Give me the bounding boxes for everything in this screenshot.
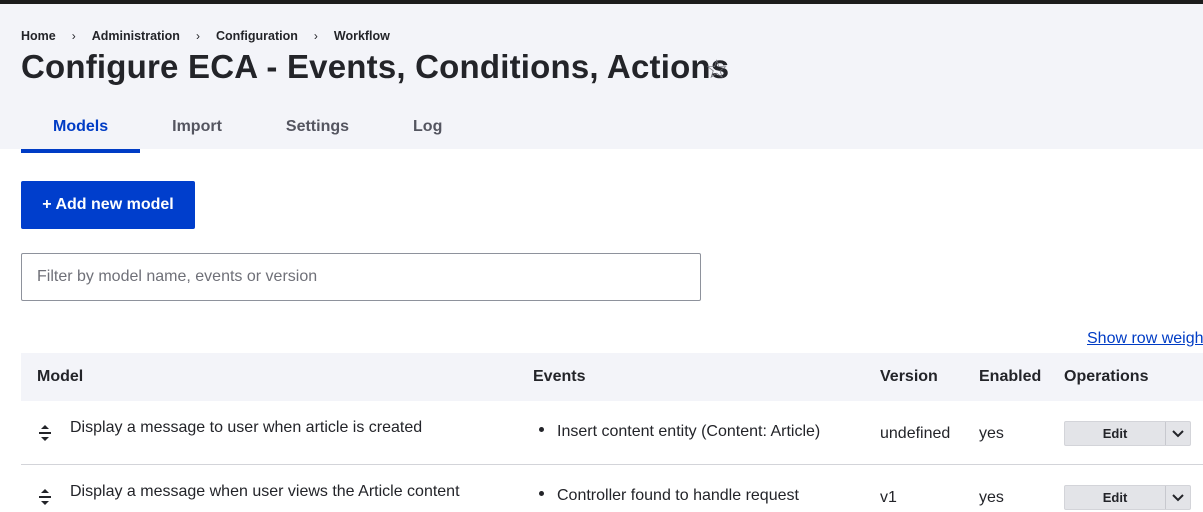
breadcrumb-separator: › [71, 29, 76, 43]
breadcrumb: Home › Administration › Configuration › … [21, 29, 390, 43]
event-list-item: Controller found to handle request [539, 487, 799, 505]
table-row: Display a message to user when article i… [21, 401, 1203, 465]
operations-dropbutton: Edit [1064, 421, 1191, 446]
chevron-down-icon [1172, 429, 1184, 437]
column-header-enabled: Enabled [979, 368, 1042, 385]
model-version: v1 [880, 489, 897, 506]
filter-input[interactable] [21, 253, 701, 301]
event-label: Controller found to handle request [557, 487, 799, 504]
event-list-item: Insert content entity (Content: Article) [539, 423, 820, 441]
drag-handle-icon[interactable] [38, 488, 52, 506]
event-label: Insert content entity (Content: Article) [557, 423, 821, 440]
model-enabled: yes [979, 489, 1004, 506]
column-header-version: Version [880, 368, 938, 385]
bullet-icon [539, 427, 544, 433]
breadcrumb-separator: › [313, 29, 318, 43]
breadcrumb-workflow[interactable]: Workflow [334, 29, 390, 43]
breadcrumb-administration[interactable]: Administration [92, 29, 180, 43]
edit-button[interactable]: Edit [1065, 422, 1165, 445]
add-new-model-button[interactable]: + Add new model [21, 181, 195, 229]
tab-models[interactable]: Models [21, 105, 141, 153]
primary-tabs: Models Import Settings Log [21, 105, 474, 153]
column-header-model: Model [37, 368, 84, 385]
page-title: Configure ECA - Events, Conditions, Acti… [21, 48, 730, 85]
star-shortcut-icon[interactable]: ☆ [705, 56, 728, 82]
model-name: Display a message when user views the Ar… [70, 483, 460, 500]
tab-log[interactable]: Log [381, 105, 474, 149]
show-row-weights-link[interactable]: Show row weigh [1087, 330, 1203, 348]
operations-toggle[interactable] [1165, 486, 1190, 509]
breadcrumb-home[interactable]: Home [21, 29, 56, 43]
models-table: Model Events Version Enabled Operations … [21, 353, 1203, 512]
drag-handle-icon[interactable] [38, 424, 52, 442]
tab-import[interactable]: Import [140, 105, 254, 149]
table-row: Display a message when user views the Ar… [21, 465, 1203, 512]
breadcrumb-separator: › [195, 29, 200, 43]
tab-settings[interactable]: Settings [254, 105, 381, 149]
operations-toggle[interactable] [1165, 422, 1190, 445]
column-header-events: Events [533, 368, 586, 385]
breadcrumb-configuration[interactable]: Configuration [216, 29, 298, 43]
bullet-icon [539, 491, 544, 497]
table-header: Model Events Version Enabled Operations [21, 353, 1203, 401]
chevron-down-icon [1172, 493, 1184, 501]
page-header: Home › Administration › Configuration › … [0, 4, 1203, 153]
model-enabled: yes [979, 425, 1004, 442]
operations-dropbutton: Edit [1064, 485, 1191, 510]
edit-button[interactable]: Edit [1065, 486, 1165, 509]
column-header-operations: Operations [1064, 368, 1149, 385]
model-version: undefined [880, 425, 951, 442]
model-name: Display a message to user when article i… [70, 419, 423, 436]
